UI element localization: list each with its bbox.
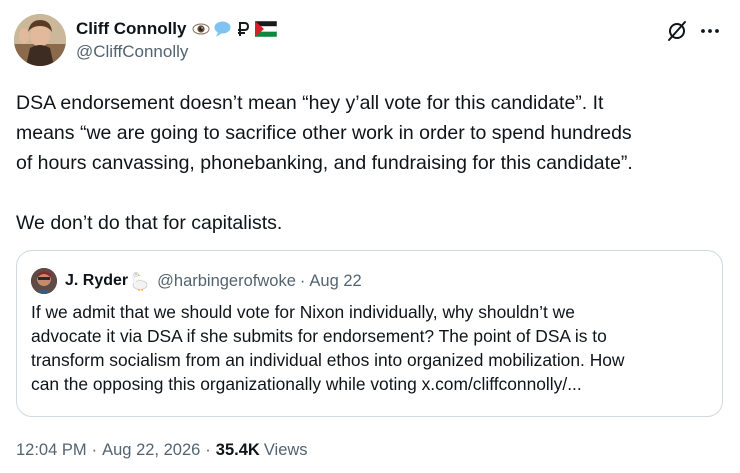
meta-separator: · [91,440,98,459]
quoted-separator: · [299,271,306,290]
grok-button[interactable] [664,18,690,44]
more-icon [701,29,719,33]
palestine-flag-emoji-icon [255,21,278,37]
quoted-avatar[interactable] [31,268,57,294]
quoted-tweet[interactable]: J. Ryder @harbingerofwoke · Aug 22 If we… [16,250,723,417]
tweet-time[interactable]: 12:04 PM [16,441,87,460]
author-display-name[interactable]: Cliff Connolly [76,19,186,39]
ruble-sign-emoji-icon [238,22,250,36]
views-label: Views [263,440,308,459]
tweet: Cliff Connolly @CliffConnolly DSA endors… [0,0,740,473]
author-avatar[interactable] [14,14,66,66]
quoted-text: If we admit that we should vote for Nixo… [31,302,625,394]
goose-emoji-icon [132,271,148,291]
tweet-meta: 12:04 PM · Aug 22, 2026 · 35.4K Views [16,438,308,462]
author-name-row: Cliff Connolly [76,17,278,41]
grok-icon [668,21,686,41]
author-handle[interactable]: @CliffConnolly [76,42,188,62]
views-count[interactable]: 35.4K [216,441,260,460]
eye-emoji-icon [192,23,210,35]
meta-separator-2: · [205,440,211,459]
tweet-date[interactable]: Aug 22, 2026 [102,441,200,460]
author-name-emojis [192,20,278,38]
quoted-display-name[interactable]: J. Ryder [65,272,128,290]
more-options-button[interactable] [697,18,723,44]
tweet-text: DSA endorsement doesn’t mean “hey y’all … [16,92,633,234]
speech-bubble-emoji-icon [214,21,231,37]
quoted-handle[interactable]: @harbingerofwoke [157,272,296,291]
quoted-date[interactable]: Aug 22 [309,272,361,291]
quoted-header: J. Ryder @harbingerofwoke · Aug 22 [31,268,362,294]
